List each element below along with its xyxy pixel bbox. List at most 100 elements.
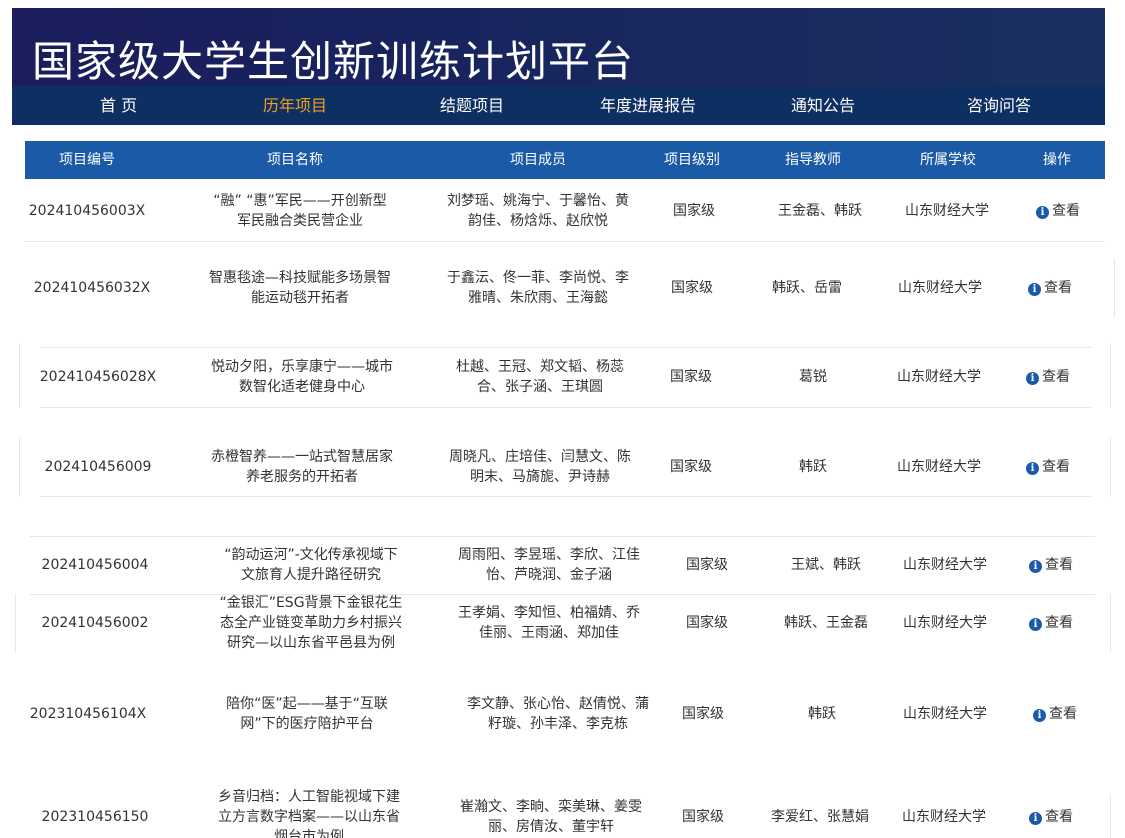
row-border [1110,795,1111,838]
view-button[interactable]: i 查看 [1029,807,1073,827]
project-school: 山东财经大学 [903,706,987,722]
column-header-school: 所属学校 [920,152,976,168]
project-members: 李文静、张心怡、赵倩悦、蒲籽璇、孙丰泽、李克栋 [467,696,649,732]
view-button[interactable]: i 查看 [1029,613,1073,633]
project-code: 202410456009 [44,459,152,475]
project-code: 202310456104X [29,706,147,722]
project-level: 国家级 [670,459,712,475]
row-divider [25,241,1105,242]
project-teacher: 王金磊、韩跃 [778,203,862,219]
project-school: 山东财经大学 [897,369,981,385]
table-row: 202310456150 乡音归档：人工智能视域下建立方言数字档案——以山东省烟… [30,789,1095,838]
row-divider [40,407,1092,408]
row-divider [40,347,1092,348]
nav-item-home[interactable]: 首 页 [100,86,137,125]
project-teacher: 王斌、韩跃 [791,557,861,573]
row-border [19,343,20,408]
info-icon: i [1036,206,1049,219]
table-row: 202310456104X 陪你“医”起——基于“互联网”下的医疗陪护平台 李文… [30,680,1095,748]
nav-item-completed-projects[interactable]: 结题项目 [440,86,504,125]
project-school: 山东财经大学 [903,557,987,573]
table-row: 202410456028X 悦动夕阳，乐享康宁——城市数智化适老健身中心 杜越、… [40,347,1092,407]
project-code: 202410456002 [41,615,149,631]
info-icon: i [1026,372,1039,385]
view-button[interactable]: i 查看 [1026,457,1070,477]
project-code: 202310456150 [41,808,149,825]
view-button[interactable]: i 查看 [1029,555,1073,575]
project-code: 202410456028X [39,369,157,385]
nav-item-annual-reports[interactable]: 年度进展报告 [600,86,696,125]
info-icon: i [1028,283,1041,296]
row-divider [30,536,1095,537]
row-border [1110,343,1111,408]
project-members: 周晓凡、庄培佳、闫慧文、陈明末、马旖旎、尹诗赫 [449,449,631,485]
view-label: 查看 [1044,280,1072,296]
project-teacher: 韩跃、王金磊 [784,615,868,631]
project-school: 山东财经大学 [897,459,981,475]
nav-item-past-projects[interactable]: 历年项目 [263,86,327,125]
project-teacher: 韩跃、岳雷 [772,280,842,296]
nav-item-faq[interactable]: 咨询问答 [967,86,1031,125]
table-row: 202410456003X “融” “惠”军民——开创新型军民融合类民营企业 刘… [25,181,1105,241]
view-label: 查看 [1045,808,1073,825]
project-level: 国家级 [686,557,728,573]
site-title: 国家级大学生创新训练计划平台 [32,37,635,86]
column-header-name: 项目名称 [267,152,323,168]
project-teacher: 李爱红、张慧娟 [771,808,869,825]
table-row: 202410456002 “金银汇”ESG背景下金银花生态全产业链变革助力乡村振… [30,594,1095,652]
project-members: 王孝娟、李知恒、柏福婧、乔佳丽、王雨涵、郑加佳 [458,605,640,641]
project-members: 刘梦瑶、姚海宁、于馨怡、黄韵佳、杨焓烁、赵欣悦 [447,193,629,229]
view-button[interactable]: i 查看 [1036,201,1080,221]
info-icon: i [1029,618,1042,631]
view-button[interactable]: i 查看 [1028,278,1072,298]
row-border [1114,258,1115,318]
project-name: “韵动运河”-文化传承视域下文旅育人提升路径研究 [224,547,398,583]
info-icon: i [1029,560,1042,573]
project-name: 陪你“医”起——基于“互联网”下的医疗陪护平台 [226,696,388,732]
project-members: 于鑫沄、佟一菲、李尚悦、李雅晴、朱欣雨、王海懿 [447,270,629,306]
project-members: 周雨阳、李昱瑶、李欣、江佳怡、芦晓润、金子涵 [458,547,640,583]
table-header: 项目编号 项目名称 项目成员 项目级别 指导教师 所属学校 操作 [25,141,1105,179]
project-members: 崔瀚文、李晌、栾美琳、姜雯丽、房倩汝、董宇轩 [460,798,642,835]
table-row: 202410456032X 智惠毯途—科技赋能多场景智能运动毯开拓者 于鑫沄、佟… [30,258,1115,318]
project-level: 国家级 [670,369,712,385]
project-teacher: 韩跃 [808,706,836,722]
main-nav: 首 页 历年项目 结题项目 年度进展报告 通知公告 咨询问答 [12,86,1105,125]
project-level: 国家级 [682,706,724,722]
view-button[interactable]: i 查看 [1033,704,1077,724]
view-button[interactable]: i 查看 [1026,367,1070,387]
project-code: 202410456032X [33,280,151,296]
column-header-teacher: 指导教师 [785,152,841,168]
project-name: “金银汇”ESG背景下金银花生态全产业链变革助力乡村振兴研究—以山东省平邑县为例 [219,595,403,651]
column-header-actions: 操作 [1043,152,1071,168]
project-code: 202410456004 [41,557,149,573]
project-teacher: 韩跃 [799,459,827,475]
view-label: 查看 [1045,557,1073,573]
info-icon: i [1026,462,1039,475]
project-name: 乡音归档：人工智能视域下建立方言数字档案——以山东省烟台市为例 [218,788,400,838]
project-school: 山东财经大学 [898,280,982,296]
project-teacher: 葛锐 [799,369,827,385]
project-school: 山东财经大学 [903,615,987,631]
row-border [19,437,20,497]
column-header-level: 项目级别 [664,152,720,168]
view-label: 查看 [1052,203,1080,219]
info-icon: i [1029,811,1042,825]
view-label: 查看 [1042,459,1070,475]
row-border [1110,437,1111,497]
project-level: 国家级 [671,280,713,296]
row-divider [40,496,1092,497]
project-school: 山东财经大学 [905,203,989,219]
project-name: 智惠毯途—科技赋能多场景智能运动毯开拓者 [209,270,391,306]
project-name: 悦动夕阳，乐享康宁——城市数智化适老健身中心 [211,359,393,395]
view-label: 查看 [1042,369,1070,385]
row-border [15,594,16,652]
column-header-code: 项目编号 [59,152,115,168]
project-members: 杜越、王冠、郑文韬、杨蕊合、张子涵、王琪圆 [456,359,624,395]
header-banner: 国家级大学生创新训练计划平台 首 页 历年项目 结题项目 年度进展报告 通知公告… [12,8,1105,125]
project-level: 国家级 [686,615,728,631]
project-level: 国家级 [682,808,724,825]
column-header-members: 项目成员 [510,152,566,168]
nav-item-announcements[interactable]: 通知公告 [791,86,855,125]
table-row: 202410456009 赤橙智养——一站式智慧居家养老服务的开拓者 周晓凡、庄… [40,437,1092,497]
